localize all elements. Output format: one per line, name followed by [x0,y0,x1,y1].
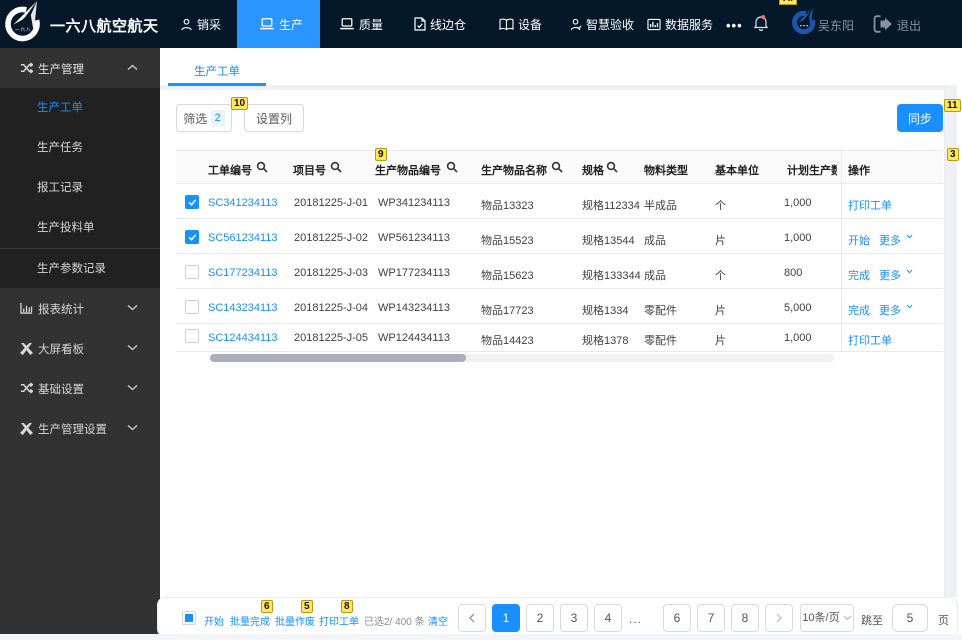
svg-text:一六八: 一六八 [15,26,32,33]
